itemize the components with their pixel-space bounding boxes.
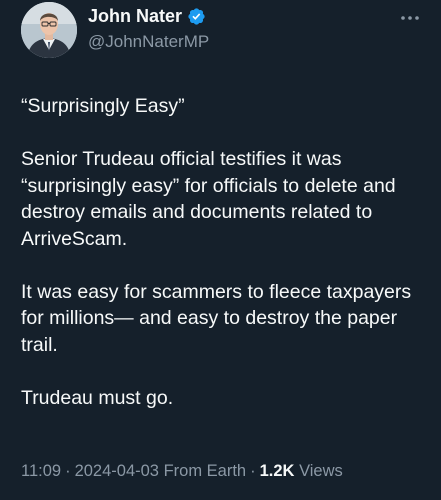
tweet-meta: 11:09 · 2024-04-03 From Earth · 1.2K Views (21, 462, 343, 481)
author-handle[interactable]: @JohnNaterMP (88, 32, 209, 52)
tweet-paragraph: Senior Trudeau official testifies it was… (21, 148, 396, 250)
author-display-name[interactable]: John Nater (88, 6, 182, 27)
more-horizontal-icon (401, 16, 419, 20)
tweet-paragraph: Trudeau must go. (21, 386, 174, 409)
tweet-text: “Surprisingly Easy” Senior Trudeau offic… (21, 93, 421, 411)
views-count[interactable]: 1.2K (260, 462, 295, 480)
avatar[interactable] (21, 2, 77, 58)
more-options-button[interactable] (398, 10, 422, 26)
tweet-paragraph: It was easy for scammers to fleece taxpa… (21, 280, 412, 356)
verified-badge-icon (187, 7, 206, 26)
views-label: Views (299, 462, 343, 480)
meta-separator: · (250, 462, 256, 480)
tweet-paragraph: “Surprisingly Easy” (21, 95, 185, 117)
tweet-date[interactable]: 2024-04-03 (75, 462, 159, 480)
tweet-time[interactable]: 11:09 (21, 462, 61, 480)
avatar-image (21, 2, 77, 58)
meta-separator: · (65, 462, 71, 480)
name-row: John Nater (88, 6, 206, 27)
tweet-header: John Nater @JohnNaterMP (0, 0, 441, 70)
tweet-source: From Earth (163, 462, 247, 480)
